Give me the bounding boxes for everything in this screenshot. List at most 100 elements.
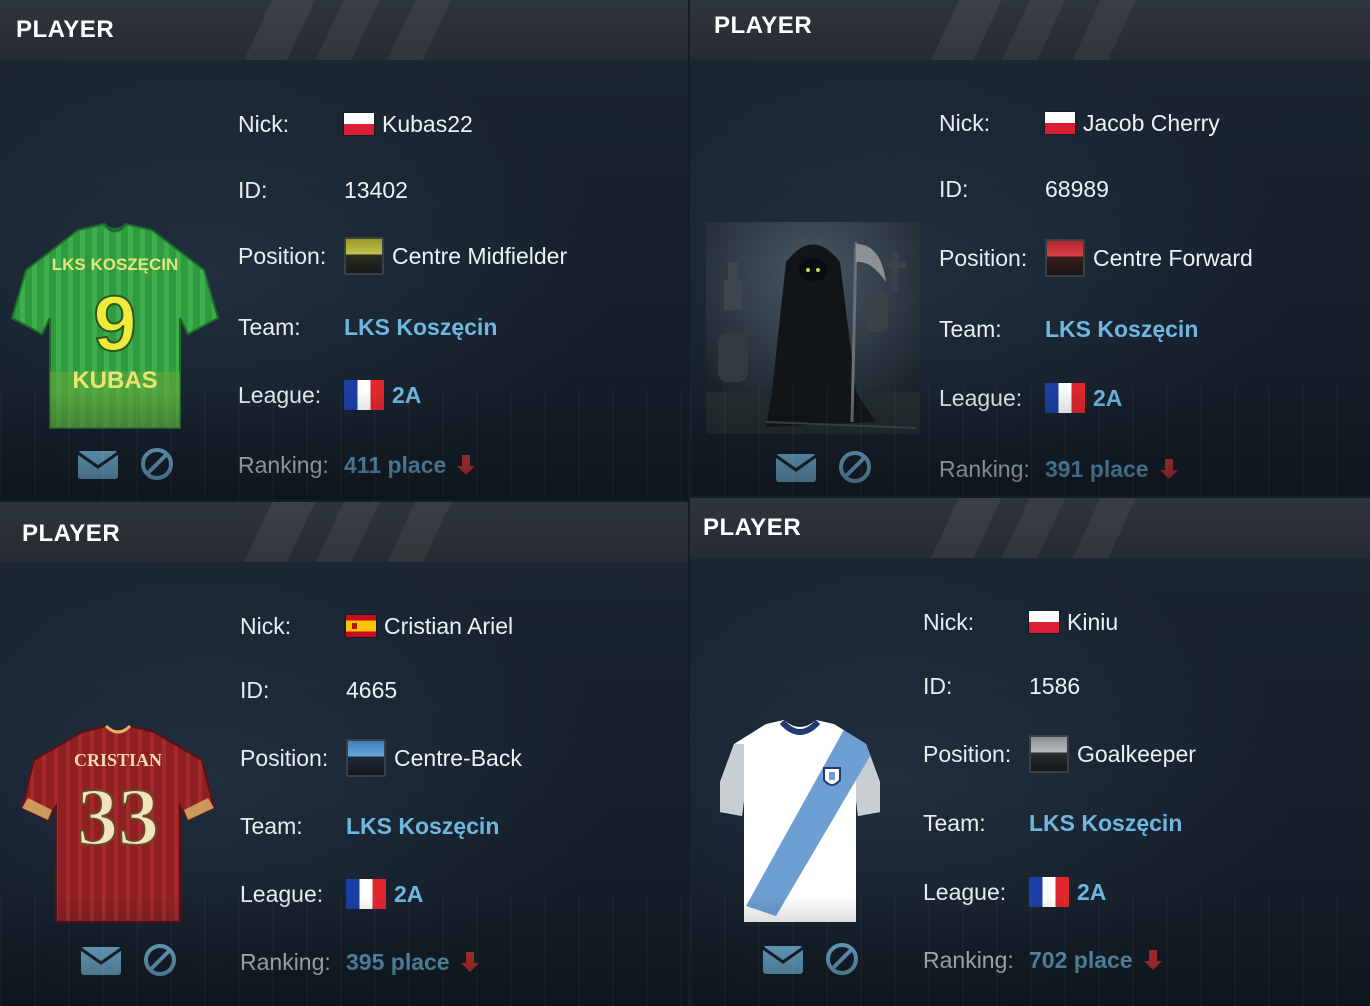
block-player-icon[interactable]: [837, 449, 873, 485]
player-cards-grid: PLAYER LKS KOSZĘCIN 9 KUBAS Nick: Kubas2…: [0, 0, 1370, 1006]
ranking-label: Ranking:: [923, 946, 1014, 973]
block-player-icon[interactable]: [142, 942, 178, 978]
league-link[interactable]: 2A: [344, 380, 421, 410]
position-label: Position:: [923, 740, 1012, 767]
ranking-link[interactable]: 702 place: [1029, 947, 1163, 974]
nick-label: Nick:: [240, 612, 292, 639]
team-link[interactable]: LKS Koszęcin: [346, 813, 499, 840]
position-row: Position: Centre Forward: [939, 238, 1253, 278]
arrow-down-icon: [460, 952, 479, 972]
france-flag-icon: [344, 380, 384, 410]
id-row: ID: 13402: [238, 170, 408, 210]
nick-row: Nick: Cristian Ariel: [240, 606, 513, 646]
card-header: PLAYER: [0, 502, 688, 562]
jersey-number-text: 33: [77, 771, 159, 862]
block-player-icon[interactable]: [139, 446, 175, 482]
card-header: PLAYER: [690, 498, 1370, 558]
position-text: Centre Midfielder: [392, 242, 568, 269]
card-header: PLAYER: [690, 0, 1370, 60]
league-row: League: 2A: [939, 378, 1122, 418]
id-value: 4665: [346, 676, 398, 703]
ranking-text: 702 place: [1029, 946, 1133, 973]
jersey-number-text: 9: [93, 279, 136, 367]
nick-value: Kiniu: [1029, 609, 1118, 636]
poland-flag-icon: [1029, 611, 1059, 633]
message-envelope-icon[interactable]: [80, 944, 122, 976]
team-link[interactable]: LKS Koszęcin: [1045, 316, 1198, 343]
poland-flag-icon: [1045, 112, 1075, 134]
player-card: PLAYER LKS KOSZĘCIN 9 KUBAS Nick: Kubas2…: [0, 0, 688, 500]
jersey-name-text: LKS KOSZĘCIN: [52, 255, 179, 274]
team-link[interactable]: LKS Koszęcin: [344, 314, 497, 341]
team-label: Team:: [939, 315, 1002, 342]
card-title: PLAYER: [714, 12, 813, 39]
position-label: Position:: [240, 744, 329, 771]
team-row: Team: LKS Koszęcin: [923, 803, 1182, 843]
nick-label: Nick:: [939, 109, 991, 136]
message-envelope-icon[interactable]: [775, 451, 817, 483]
nick-text: Kiniu: [1067, 608, 1119, 635]
position-text: Centre Forward: [1093, 244, 1253, 271]
goalkeeper-badge-icon: [1029, 735, 1069, 773]
team-row: Team: LKS Koszęcin: [240, 806, 499, 846]
ranking-text: 391 place: [1045, 455, 1149, 482]
player-actions: [762, 941, 860, 977]
france-flag-icon: [1029, 877, 1069, 907]
ranking-row: Ranking: 395 place: [240, 942, 480, 982]
arrow-down-icon: [1143, 950, 1162, 970]
league-label: League:: [238, 381, 322, 408]
player-card: PLAYER: [690, 0, 1370, 496]
spain-flag-icon: [346, 615, 376, 637]
nick-text: Cristian Ariel: [384, 612, 514, 639]
ranking-text: 395 place: [346, 948, 450, 975]
league-link[interactable]: 2A: [346, 879, 423, 909]
midfielder-badge-icon: [344, 237, 384, 275]
ranking-label: Ranking:: [240, 948, 331, 975]
nick-label: Nick:: [923, 608, 975, 635]
position-label: Position:: [238, 242, 327, 269]
message-envelope-icon[interactable]: [77, 448, 119, 480]
league-link[interactable]: 2A: [1029, 877, 1106, 907]
id-label: ID:: [923, 672, 953, 699]
league-link[interactable]: 2A: [1045, 383, 1122, 413]
defender-badge-icon: [346, 739, 386, 777]
ranking-row: Ranking: 702 place: [923, 940, 1163, 980]
position-row: Position: Centre Midfielder: [238, 236, 567, 276]
player-actions: [775, 449, 873, 485]
card-title: PLAYER: [22, 520, 121, 547]
france-flag-icon: [346, 879, 386, 909]
nick-row: Nick: Kiniu: [923, 602, 1118, 642]
league-label: League:: [923, 878, 1007, 905]
arrow-down-icon: [457, 455, 476, 475]
position-row: Position: Goalkeeper: [923, 734, 1196, 774]
position-row: Position: Centre-Back: [240, 738, 522, 778]
jersey-back-text: KUBAS: [72, 367, 157, 394]
player-card: PLAYER CRISTIAN 33 Nick: Cristian Ariel …: [0, 502, 688, 1006]
jersey-name-text: CRISTIAN: [74, 750, 162, 770]
card-title: PLAYER: [16, 16, 115, 43]
team-row: Team: LKS Koszęcin: [939, 309, 1198, 349]
message-envelope-icon[interactable]: [762, 943, 804, 975]
ranking-link[interactable]: 411 place: [344, 452, 476, 479]
id-row: ID: 68989: [939, 169, 1109, 209]
id-label: ID:: [240, 676, 270, 703]
ranking-link[interactable]: 395 place: [346, 949, 480, 976]
team-label: Team:: [238, 313, 301, 340]
team-link[interactable]: LKS Koszęcin: [1029, 810, 1182, 837]
id-value: 68989: [1045, 175, 1109, 202]
nick-row: Nick: Kubas22: [238, 104, 473, 144]
ranking-row: Ranking: 411 place: [238, 445, 476, 485]
position-label: Position:: [939, 244, 1028, 271]
ranking-link[interactable]: 391 place: [1045, 456, 1179, 483]
france-flag-icon: [1045, 383, 1085, 413]
league-row: League: 2A: [238, 375, 421, 415]
id-row: ID: 4665: [240, 670, 397, 710]
nick-value: Jacob Cherry: [1045, 110, 1220, 137]
ranking-row: Ranking: 391 place: [939, 449, 1179, 489]
player-actions: [77, 446, 175, 482]
block-player-icon[interactable]: [824, 941, 860, 977]
league-label: League:: [939, 384, 1023, 411]
league-text: 2A: [394, 880, 424, 907]
nick-text: Jacob Cherry: [1083, 109, 1220, 136]
ranking-label: Ranking:: [939, 455, 1030, 482]
